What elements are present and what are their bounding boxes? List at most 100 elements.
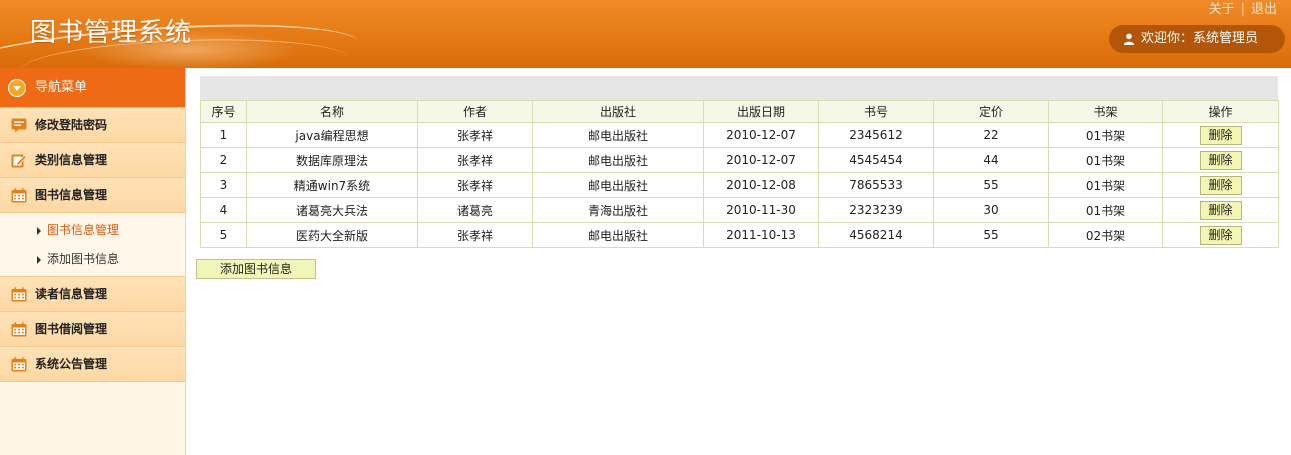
cell-title: java编程思想 (246, 122, 418, 148)
cell-title: 医药大全新版 (246, 222, 418, 248)
calendar-icon (11, 188, 27, 203)
cell-publisher: 邮电出版社 (532, 172, 704, 198)
cell-actions: 删除 (1162, 197, 1279, 223)
table-row: 2 数据库原理法 张孝祥 邮电出版社 2010-12-07 4545454 44… (200, 147, 1279, 173)
cell-title: 数据库原理法 (246, 147, 418, 173)
table-row: 3 精通win7系统 张孝祥 邮电出版社 2010-12-08 7865533 … (200, 172, 1279, 198)
cell-title: 诸葛亮大兵法 (246, 197, 418, 223)
cell-actions: 删除 (1162, 122, 1279, 148)
column-header: 名称 (246, 100, 418, 123)
cell-actions: 删除 (1162, 222, 1279, 248)
sidebar: 导航菜单 修改登陆密码 类别信息管理 图书信息管理 图书信息管理 添加图书信息 … (0, 68, 186, 455)
cell-price: 30 (933, 197, 1049, 223)
cell-shelf: 01书架 (1048, 122, 1163, 148)
delete-button[interactable]: 删除 (1199, 225, 1242, 245)
book-table: 序号 名称 作者 出版社 出版日期 书号 定价 书架 操作 1 java编程思想… (200, 100, 1279, 248)
app-title: 图书管理系统 (30, 18, 193, 48)
cell-pub-date: 2010-12-07 (703, 122, 819, 148)
table-row: 4 诸葛亮大兵法 诸葛亮 青海出版社 2010-11-30 2323239 30… (200, 197, 1279, 223)
cell-isbn: 2345612 (818, 122, 934, 148)
cell-pub-date: 2011-10-13 (703, 222, 819, 248)
submenu-item-book-info[interactable]: 图书信息管理 (0, 216, 185, 245)
cell-publisher: 青海出版社 (532, 197, 704, 223)
sidebar-item-label: 系统公告管理 (35, 357, 108, 371)
column-header: 操作 (1162, 100, 1279, 123)
cell-isbn: 2323239 (818, 197, 934, 223)
cell-isbn: 4568214 (818, 222, 934, 248)
cell-author: 张孝祥 (417, 172, 533, 198)
sidebar-item-reader-info[interactable]: 读者信息管理 (0, 277, 185, 312)
cell-index: 4 (200, 197, 247, 223)
welcome-text: 欢迎你：系统管理员 (1141, 31, 1259, 46)
cell-shelf: 01书架 (1048, 147, 1163, 173)
cell-shelf: 01书架 (1048, 172, 1163, 198)
sidebar-item-borrow[interactable]: 图书借阅管理 (0, 312, 185, 347)
add-book-button[interactable]: 添加图书信息 (196, 259, 316, 279)
table-header-row: 序号 名称 作者 出版社 出版日期 书号 定价 书架 操作 (200, 100, 1279, 123)
cell-actions: 删除 (1162, 172, 1279, 198)
cell-index: 1 (200, 122, 247, 148)
nav-menu-title[interactable]: 导航菜单 (0, 68, 185, 108)
cell-index: 3 (200, 172, 247, 198)
sidebar-submenu: 图书信息管理 添加图书信息 (0, 213, 185, 277)
column-header: 出版社 (532, 100, 704, 123)
sidebar-item-label: 读者信息管理 (35, 287, 108, 301)
cell-author: 张孝祥 (417, 122, 533, 148)
sidebar-item-label: 图书借阅管理 (35, 322, 108, 336)
link-separator: | (1240, 2, 1245, 17)
cell-isbn: 7865533 (818, 172, 934, 198)
cell-publisher: 邮电出版社 (532, 122, 704, 148)
calendar-icon (11, 322, 27, 337)
delete-button[interactable]: 删除 (1199, 125, 1242, 145)
cell-shelf: 02书架 (1048, 222, 1163, 248)
cell-publisher: 邮电出版社 (532, 222, 704, 248)
sidebar-item-announcement[interactable]: 系统公告管理 (0, 347, 185, 382)
calendar-icon (11, 287, 27, 302)
sidebar-item-label: 类别信息管理 (35, 153, 108, 167)
sidebar-item-label: 修改登陆密码 (35, 118, 108, 132)
cell-author: 张孝祥 (417, 147, 533, 173)
delete-button[interactable]: 删除 (1199, 150, 1242, 170)
calendar-icon (11, 357, 27, 372)
logout-link[interactable]: 退出 (1251, 0, 1277, 17)
cell-pub-date: 2010-12-08 (703, 172, 819, 198)
column-header: 出版日期 (703, 100, 819, 123)
welcome-badge: 欢迎你：系统管理员 (1109, 25, 1285, 53)
cell-actions: 删除 (1162, 147, 1279, 173)
nav-menu-label: 导航菜单 (35, 80, 88, 95)
user-icon (1123, 33, 1135, 45)
cell-index: 5 (200, 222, 247, 248)
table-row: 1 java编程思想 张孝祥 邮电出版社 2010-12-07 2345612 … (200, 122, 1279, 148)
sidebar-item-category[interactable]: 类别信息管理 (0, 143, 185, 178)
cell-isbn: 4545454 (818, 147, 934, 173)
about-link[interactable]: 关于 (1209, 0, 1235, 17)
sidebar-item-change-password[interactable]: 修改登陆密码 (0, 108, 185, 143)
delete-button[interactable]: 删除 (1199, 175, 1242, 195)
cell-price: 22 (933, 122, 1049, 148)
cell-publisher: 邮电出版社 (532, 147, 704, 173)
column-header: 序号 (200, 100, 247, 123)
chevron-down-icon (8, 79, 26, 97)
top-links: 关于 | 退出 (1209, 0, 1277, 17)
cell-author: 诸葛亮 (417, 197, 533, 223)
cell-pub-date: 2010-12-07 (703, 147, 819, 173)
sidebar-item-book-info[interactable]: 图书信息管理 (0, 178, 185, 213)
column-header: 定价 (933, 100, 1049, 123)
edit-pencil-icon (11, 154, 27, 168)
cell-title: 精通win7系统 (246, 172, 418, 198)
cell-index: 2 (200, 147, 247, 173)
sidebar-item-label: 图书信息管理 (35, 188, 108, 202)
column-header: 作者 (417, 100, 533, 123)
cell-price: 55 (933, 222, 1049, 248)
submenu-item-add-book[interactable]: 添加图书信息 (0, 245, 185, 274)
cell-shelf: 01书架 (1048, 197, 1163, 223)
column-header: 书架 (1048, 100, 1163, 123)
cell-price: 55 (933, 172, 1049, 198)
delete-button[interactable]: 删除 (1199, 200, 1242, 220)
table-row: 5 医药大全新版 张孝祥 邮电出版社 2011-10-13 4568214 55… (200, 222, 1279, 248)
cell-author: 张孝祥 (417, 222, 533, 248)
edit-note-icon (11, 118, 27, 133)
table-top-bar (200, 76, 1278, 100)
column-header: 书号 (818, 100, 934, 123)
main-content: 序号 名称 作者 出版社 出版日期 书号 定价 书架 操作 1 java编程思想… (196, 76, 1281, 279)
